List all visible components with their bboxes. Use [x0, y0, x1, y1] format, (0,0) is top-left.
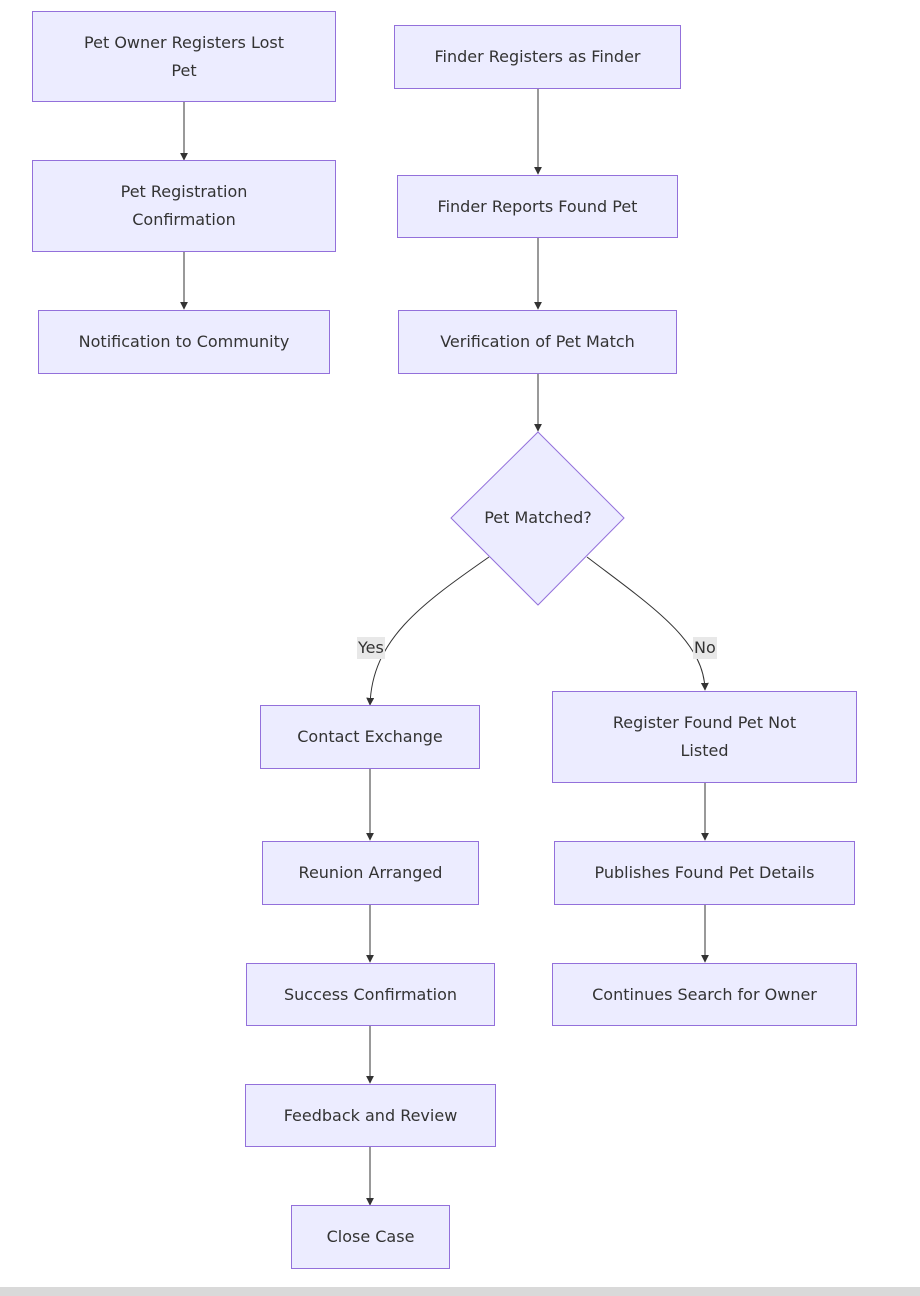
edge-decision-no	[586, 556, 709, 691]
node-finder-registers: Finder Registers as Finder	[394, 25, 681, 89]
node-success-confirmation: Success Confirmation	[246, 963, 495, 1026]
edge-decision-yes	[366, 556, 490, 706]
node-verification: Verification of Pet Match	[398, 310, 677, 374]
edge-label-no: No	[693, 637, 717, 659]
node-register-not-listed: Register Found Pet Not Listed	[552, 691, 857, 783]
node-close-case: Close Case	[291, 1205, 450, 1269]
node-owner-registers: Pet Owner Registers Lost Pet	[32, 11, 336, 102]
node-notify-community: Notification to Community	[38, 310, 330, 374]
node-reunion-arranged: Reunion Arranged	[262, 841, 479, 905]
node-continues-search: Continues Search for Owner	[552, 963, 857, 1026]
horizontal-scrollbar[interactable]	[0, 1287, 920, 1296]
flowchart-canvas: Pet Owner Registers Lost Pet Pet Registr…	[0, 0, 920, 1287]
node-pet-matched: Pet Matched?	[484, 508, 592, 527]
node-finder-reports: Finder Reports Found Pet	[397, 175, 678, 238]
edge-label-yes: Yes	[357, 637, 385, 659]
node-contact-exchange: Contact Exchange	[260, 705, 480, 769]
node-publishes-details: Publishes Found Pet Details	[554, 841, 855, 905]
node-feedback-review: Feedback and Review	[245, 1084, 496, 1147]
node-registration-confirmation: Pet Registration Confirmation	[32, 160, 336, 252]
